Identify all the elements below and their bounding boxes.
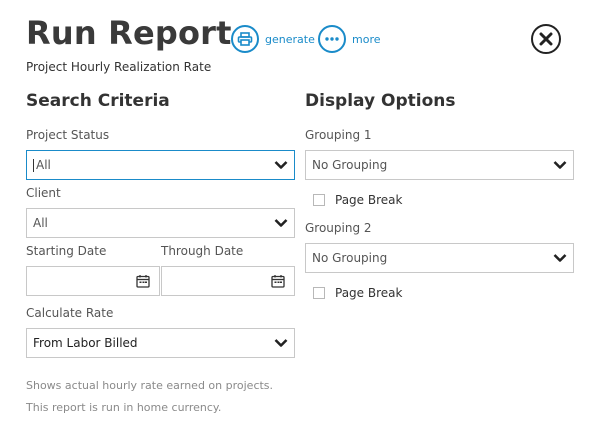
chevron-down-icon bbox=[274, 161, 288, 169]
more-label: more bbox=[352, 32, 381, 46]
grouping1-page-break-checkbox[interactable]: Page Break bbox=[313, 193, 402, 207]
chevron-down-icon bbox=[274, 219, 288, 227]
currency-note: This report is run in home currency. bbox=[26, 401, 222, 414]
close-button[interactable] bbox=[531, 24, 561, 54]
calendar-icon bbox=[271, 275, 285, 288]
grouping1-select[interactable]: No Grouping bbox=[305, 150, 574, 180]
page-break-label: Page Break bbox=[335, 193, 403, 207]
printer-icon bbox=[231, 25, 259, 53]
generate-button[interactable]: generate bbox=[231, 25, 315, 53]
checkbox-box[interactable] bbox=[313, 194, 325, 206]
search-criteria-heading: Search Criteria bbox=[26, 91, 170, 111]
chevron-down-icon bbox=[553, 254, 567, 262]
grouping2-value: No Grouping bbox=[312, 251, 388, 265]
ellipsis-icon bbox=[318, 25, 346, 53]
page-break-label: Page Break bbox=[335, 286, 403, 300]
client-select[interactable]: All bbox=[26, 208, 295, 238]
chevron-down-icon bbox=[553, 161, 567, 169]
chevron-down-icon bbox=[274, 339, 288, 347]
generate-label: generate bbox=[265, 32, 315, 46]
through-date-label: Through Date bbox=[161, 244, 244, 258]
through-date-input[interactable] bbox=[161, 266, 295, 296]
grouping2-select[interactable]: No Grouping bbox=[305, 243, 574, 273]
calculate-rate-value: From Labor Billed bbox=[33, 336, 138, 350]
close-icon bbox=[539, 32, 553, 46]
project-status-value: All bbox=[36, 158, 51, 172]
starting-date-input[interactable] bbox=[26, 266, 160, 296]
calculate-rate-label: Calculate Rate bbox=[26, 306, 114, 320]
starting-date-label: Starting Date bbox=[26, 244, 107, 258]
calculate-rate-select[interactable]: From Labor Billed bbox=[26, 328, 295, 358]
display-options-heading: Display Options bbox=[305, 91, 456, 111]
more-button[interactable]: more bbox=[318, 25, 381, 53]
grouping2-page-break-checkbox[interactable]: Page Break bbox=[313, 286, 402, 300]
report-description-note: Shows actual hourly rate earned on proje… bbox=[26, 379, 274, 392]
checkbox-box[interactable] bbox=[313, 287, 325, 299]
project-status-select[interactable]: All bbox=[26, 150, 295, 180]
grouping1-label: Grouping 1 bbox=[305, 128, 372, 142]
client-label: Client bbox=[26, 186, 61, 200]
grouping2-label: Grouping 2 bbox=[305, 221, 372, 235]
text-cursor bbox=[33, 158, 34, 172]
page-title: Run Report bbox=[26, 14, 232, 52]
calendar-icon bbox=[136, 275, 150, 288]
client-value: All bbox=[33, 216, 48, 230]
report-subtitle: Project Hourly Realization Rate bbox=[26, 60, 212, 74]
project-status-label: Project Status bbox=[26, 128, 110, 142]
grouping1-value: No Grouping bbox=[312, 158, 388, 172]
